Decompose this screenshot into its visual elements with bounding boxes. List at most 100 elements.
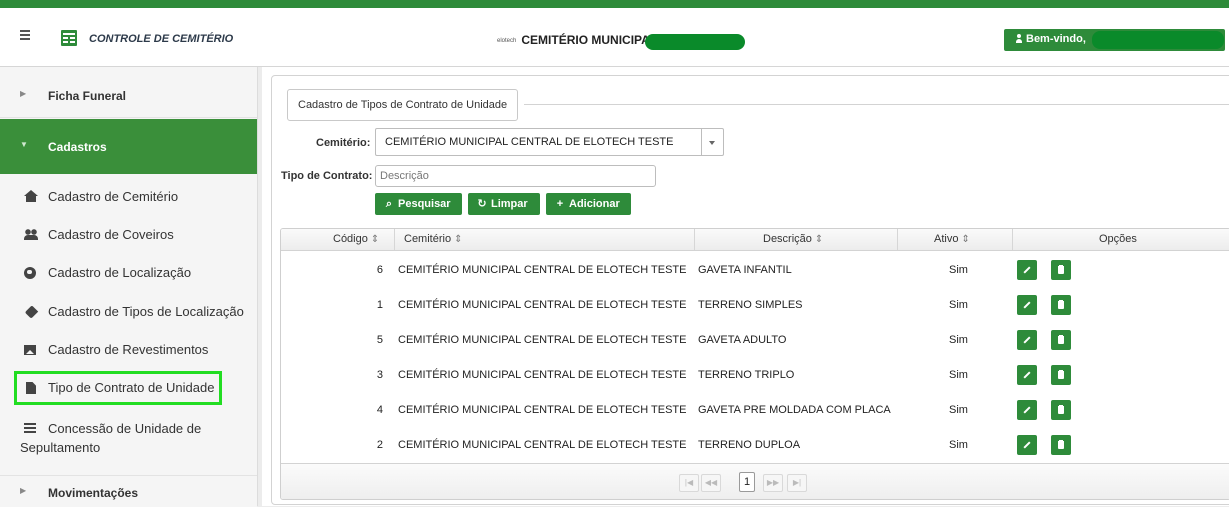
cemetery-name: CEMITÉRIO MUNICIPAL bbox=[521, 33, 658, 47]
current-page-button[interactable]: 1 bbox=[739, 472, 755, 492]
redacted-name-block bbox=[645, 34, 745, 50]
chevron-down-icon[interactable] bbox=[701, 129, 723, 155]
cell-codigo: 4 bbox=[376, 404, 383, 416]
sidebar-item-label: Cadastro de Cemitério bbox=[48, 189, 179, 204]
search-button[interactable]: ⌕ Pesquisar bbox=[375, 193, 462, 215]
sidebar-section-movimentacoes[interactable]: ▶ Movimentações bbox=[0, 475, 257, 507]
welcome-text: Bem-vindo, bbox=[1026, 33, 1086, 45]
sidebar-section-label: Movimentações bbox=[48, 486, 139, 500]
edit-button[interactable] bbox=[1017, 435, 1037, 455]
column-header-ativo[interactable]: Ativo ⇕ bbox=[934, 233, 970, 245]
tipo-contrato-input[interactable] bbox=[375, 165, 656, 187]
column-separator bbox=[897, 229, 898, 250]
cell-codigo: 6 bbox=[376, 264, 383, 276]
table-row[interactable]: 2 CEMITÉRIO MUNICIPAL CENTRAL DE ELOTECH… bbox=[281, 428, 1229, 463]
sidebar-section-ficha-funeral[interactable]: ▶ Ficha Funeral bbox=[0, 73, 257, 118]
cell-cemiterio: CEMITÉRIO MUNICIPAL CENTRAL DE ELOTECH T… bbox=[398, 264, 687, 276]
prev-page-icon[interactable]: ◀◀ bbox=[701, 474, 721, 492]
delete-button[interactable] bbox=[1051, 295, 1071, 315]
sidebar-item-label: Cadastro de Revestimentos bbox=[48, 342, 209, 357]
edit-button[interactable] bbox=[1017, 365, 1037, 385]
sort-icon: ⇕ bbox=[961, 234, 970, 245]
column-header-codigo[interactable]: Código ⇕ bbox=[333, 233, 379, 245]
sidebar-item-label: Concessão de Unidade de Sepultamento bbox=[20, 421, 202, 455]
brand-small: elotech bbox=[497, 37, 517, 44]
tag-icon bbox=[24, 305, 39, 319]
sidebar: ▶ Ficha Funeral ▼ Cadastros Cadastro de … bbox=[0, 67, 258, 507]
column-header-cemiterio[interactable]: Cemitério ⇕ bbox=[404, 233, 462, 245]
app-title[interactable]: CONTROLE DE CEMITÉRIO bbox=[89, 33, 233, 45]
menu-toggle-icon[interactable] bbox=[20, 30, 30, 40]
cell-descricao: TERRENO TRIPLO bbox=[698, 369, 795, 381]
add-button-label: Adicionar bbox=[569, 198, 620, 210]
table-row[interactable]: 5 CEMITÉRIO MUNICIPAL CENTRAL DE ELOTECH… bbox=[281, 323, 1229, 358]
sidebar-item-cadastro-revestimentos[interactable]: Cadastro de Revestimentos bbox=[0, 335, 257, 365]
delete-button[interactable] bbox=[1051, 260, 1071, 280]
sidebar-item-tipos-localizacao[interactable]: Cadastro de Tipos de Localização bbox=[0, 297, 257, 327]
cell-ativo: Sim bbox=[949, 334, 968, 346]
cell-ativo: Sim bbox=[949, 439, 968, 451]
add-button[interactable]: + Adicionar bbox=[546, 193, 631, 215]
clear-button-label: Limpar bbox=[491, 198, 528, 210]
column-separator bbox=[694, 229, 695, 250]
cell-cemiterio: CEMITÉRIO MUNICIPAL CENTRAL DE ELOTECH T… bbox=[398, 439, 687, 451]
user-menu-button[interactable]: Bem-vindo, bbox=[1004, 29, 1225, 51]
sidebar-item-label: Cadastro de Tipos de Localização bbox=[48, 304, 244, 319]
chevron-right-icon: ▶ bbox=[20, 486, 27, 495]
delete-button[interactable] bbox=[1051, 435, 1071, 455]
cemiterio-select-value: CEMITÉRIO MUNICIPAL CENTRAL DE ELOTECH T… bbox=[385, 136, 674, 148]
sidebar-item-label: Cadastro de Coveiros bbox=[48, 227, 174, 242]
cell-descricao: TERRENO DUPLOA bbox=[698, 439, 801, 451]
cell-ativo: Sim bbox=[949, 299, 968, 311]
first-page-icon[interactable]: |◀ bbox=[679, 474, 699, 492]
home-icon bbox=[24, 190, 38, 202]
sidebar-item-cadastro-coveiros[interactable]: Cadastro de Coveiros bbox=[0, 220, 257, 250]
table-row[interactable]: 3 CEMITÉRIO MUNICIPAL CENTRAL DE ELOTECH… bbox=[281, 358, 1229, 393]
cell-descricao: GAVETA PRE MOLDADA COM PLACA bbox=[698, 404, 891, 416]
edit-button[interactable] bbox=[1017, 260, 1037, 280]
cell-ativo: Sim bbox=[949, 404, 968, 416]
globe-icon bbox=[24, 267, 36, 279]
sidebar-item-concessao-unidade[interactable]: Concessão de Unidade de Sepultamento bbox=[0, 413, 257, 457]
cell-descricao: GAVETA INFANTIL bbox=[698, 264, 792, 276]
table-row[interactable]: 6 CEMITÉRIO MUNICIPAL CENTRAL DE ELOTECH… bbox=[281, 253, 1229, 288]
column-separator bbox=[1012, 229, 1013, 250]
panel-divider bbox=[524, 104, 1229, 105]
top-accent-bar bbox=[0, 0, 1229, 8]
sidebar-item-cadastro-localizacao[interactable]: Cadastro de Localização bbox=[0, 258, 257, 288]
table-row[interactable]: 1 CEMITÉRIO MUNICIPAL CENTRAL DE ELOTECH… bbox=[281, 288, 1229, 323]
next-page-icon[interactable]: ▶▶ bbox=[763, 474, 783, 492]
edit-button[interactable] bbox=[1017, 330, 1037, 350]
table-row[interactable]: 4 CEMITÉRIO MUNICIPAL CENTRAL DE ELOTECH… bbox=[281, 393, 1229, 428]
chevron-right-icon: ▶ bbox=[20, 89, 27, 98]
tipo-contrato-label: Tipo de Contrato: bbox=[281, 170, 373, 182]
cell-cemiterio: CEMITÉRIO MUNICIPAL CENTRAL DE ELOTECH T… bbox=[398, 299, 687, 311]
clear-button[interactable]: ↻ Limpar bbox=[468, 193, 540, 215]
search-button-label: Pesquisar bbox=[398, 198, 451, 210]
cell-cemiterio: CEMITÉRIO MUNICIPAL CENTRAL DE ELOTECH T… bbox=[398, 404, 687, 416]
results-table: Código ⇕ Cemitério ⇕ Descrição ⇕ Ativo ⇕ Opç… bbox=[280, 228, 1229, 500]
sidebar-item-cadastro-cemiterio[interactable]: Cadastro de Cemitério bbox=[0, 182, 257, 212]
column-header-descricao[interactable]: Descrição ⇕ bbox=[763, 233, 823, 245]
edit-button[interactable] bbox=[1017, 295, 1037, 315]
cell-codigo: 3 bbox=[376, 369, 383, 381]
delete-button[interactable] bbox=[1051, 365, 1071, 385]
last-page-icon[interactable]: ▶| bbox=[787, 474, 807, 492]
sort-icon: ⇕ bbox=[454, 234, 463, 245]
image-icon bbox=[24, 345, 36, 355]
sidebar-item-tipo-contrato-unidade[interactable]: Tipo de Contrato de Unidade bbox=[0, 371, 257, 405]
refresh-icon: ↻ bbox=[477, 198, 487, 210]
cemiterio-select[interactable]: CEMITÉRIO MUNICIPAL CENTRAL DE ELOTECH T… bbox=[375, 128, 724, 156]
search-icon: ⌕ bbox=[385, 198, 393, 210]
cell-cemiterio: CEMITÉRIO MUNICIPAL CENTRAL DE ELOTECH T… bbox=[398, 334, 687, 346]
delete-button[interactable] bbox=[1051, 400, 1071, 420]
chevron-down-icon: ▼ bbox=[20, 140, 28, 149]
cemiterio-label: Cemitério: bbox=[316, 137, 371, 149]
cell-descricao: TERRENO SIMPLES bbox=[698, 299, 803, 311]
edit-button[interactable] bbox=[1017, 400, 1037, 420]
delete-button[interactable] bbox=[1051, 330, 1071, 350]
sidebar-section-cadastros[interactable]: ▼ Cadastros bbox=[0, 119, 257, 174]
sort-icon: ⇕ bbox=[814, 234, 824, 245]
plus-icon: + bbox=[556, 198, 564, 210]
users-icon bbox=[24, 229, 38, 241]
